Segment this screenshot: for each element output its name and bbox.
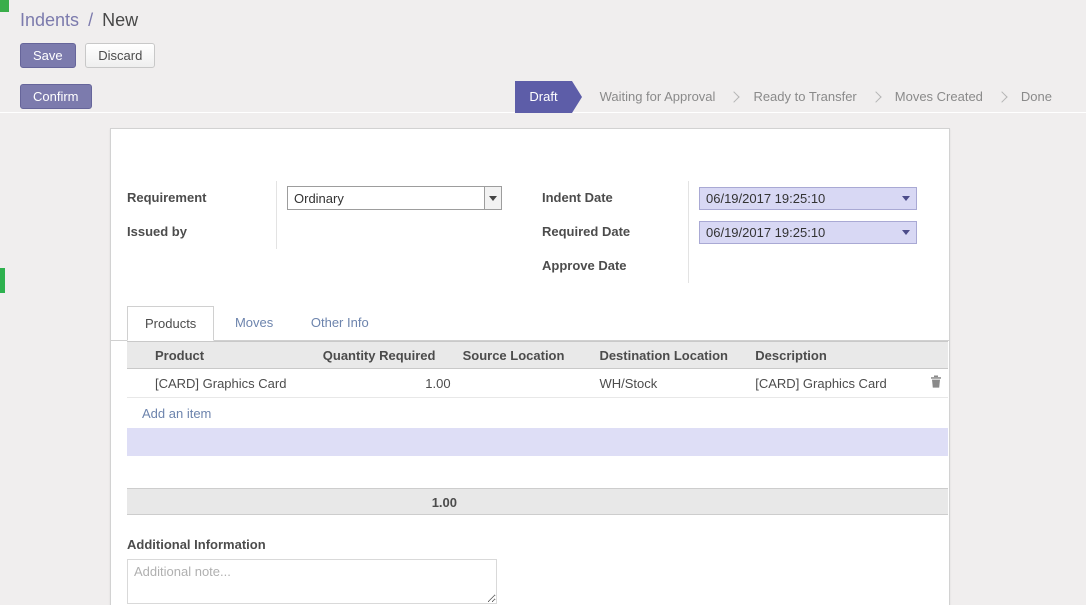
statusbar-stages: Draft Waiting for Approval Ready to Tran… [515, 81, 1086, 113]
trash-icon [930, 375, 942, 388]
form-sheet: Requirement Issued by Ordinary Indent Da… [110, 128, 950, 605]
quantity-column-header: Quantity Required [317, 348, 457, 363]
indent-date-label: Indent Date [542, 181, 688, 215]
table-row[interactable]: [CARD] Graphics Card 1.00 WH/Stock [CARD… [127, 369, 948, 398]
table-header-row: Product Quantity Required Source Locatio… [127, 341, 948, 369]
tab-other-info[interactable]: Other Info [294, 306, 386, 341]
main-content: Requirement Issued by Ordinary Indent Da… [0, 114, 1086, 605]
breadcrumb-separator: / [88, 10, 93, 30]
save-button[interactable]: Save [20, 43, 76, 68]
required-date-value: 06/19/2017 19:25:10 [706, 225, 902, 240]
indent-date-value: 06/19/2017 19:25:10 [706, 191, 902, 206]
chevron-right-icon [996, 91, 1007, 102]
tab-products[interactable]: Products [127, 306, 214, 341]
requirement-label: Requirement [127, 181, 276, 215]
issued-by-field[interactable] [287, 215, 502, 249]
required-date-input[interactable]: 06/19/2017 19:25:10 [699, 221, 917, 244]
required-date-label: Required Date [542, 215, 688, 249]
total-quantity: 1.00 [127, 489, 457, 516]
left-edge-green-mark [0, 268, 5, 293]
requirement-select[interactable]: Ordinary [287, 186, 502, 210]
stage-label: Draft [529, 89, 557, 104]
product-column-header: Product [149, 348, 317, 363]
form-action-buttons: Save Discard [20, 43, 155, 68]
breadcrumb-current: New [102, 10, 138, 30]
additional-note-textarea[interactable] [127, 559, 497, 604]
stage-waiting-for-approval[interactable]: Waiting for Approval [586, 81, 730, 113]
add-an-item-link[interactable]: Add an item [127, 406, 211, 421]
breadcrumb: Indents / New [20, 10, 138, 31]
confirm-button[interactable]: Confirm [20, 84, 92, 109]
empty-row-highlight [127, 428, 948, 456]
stage-draft[interactable]: Draft [515, 81, 571, 113]
left-field-group: Requirement Issued by Ordinary [127, 181, 502, 249]
breadcrumb-parent-link[interactable]: Indents [20, 10, 79, 30]
issued-by-label: Issued by [127, 215, 276, 249]
chevron-down-icon [902, 196, 910, 201]
chevron-down-icon [902, 230, 910, 235]
status-row: Confirm Draft Waiting for Approval Ready… [0, 81, 1086, 113]
additional-information-label: Additional Information [127, 537, 933, 552]
approve-date-label: Approve Date [542, 249, 688, 283]
requirement-selected-value: Ordinary [288, 191, 484, 206]
tab-bar: Products Moves Other Info [111, 306, 949, 341]
stage-label: Waiting for Approval [600, 89, 716, 104]
add-item-row: Add an item [127, 398, 948, 428]
additional-information-section: Additional Information [127, 537, 933, 605]
source-column-header: Source Location [457, 348, 594, 363]
chevron-right-icon [729, 91, 740, 102]
stage-moves-created[interactable]: Moves Created [881, 81, 997, 113]
indent-date-input[interactable]: 06/19/2017 19:25:10 [699, 187, 917, 210]
delete-row-button[interactable] [928, 373, 944, 393]
corner-green-mark [0, 0, 9, 12]
stage-label: Ready to Transfer [753, 89, 856, 104]
chevron-right-icon [870, 91, 881, 102]
quantity-cell: 1.00 [317, 376, 457, 391]
destination-column-header: Destination Location [593, 348, 749, 363]
stage-label: Done [1021, 89, 1052, 104]
destination-location-cell: WH/Stock [593, 376, 749, 391]
description-cell: [CARD] Graphics Card [749, 376, 924, 391]
stage-done[interactable]: Done [1007, 81, 1066, 113]
discard-button[interactable]: Discard [85, 43, 155, 68]
stage-label: Moves Created [895, 89, 983, 104]
table-total-row: 1.00 [127, 488, 948, 515]
product-cell: [CARD] Graphics Card [149, 376, 317, 391]
products-table: Product Quantity Required Source Locatio… [127, 341, 948, 456]
tab-moves[interactable]: Moves [218, 306, 290, 341]
right-field-group: Indent Date Required Date Approve Date 0… [542, 181, 917, 283]
stage-ready-to-transfer[interactable]: Ready to Transfer [739, 81, 870, 113]
notebook: Products Moves Other Info Product Quanti… [111, 306, 949, 605]
description-column-header: Description [749, 348, 924, 363]
approve-date-field[interactable] [699, 249, 917, 283]
chevron-down-icon [484, 187, 501, 209]
